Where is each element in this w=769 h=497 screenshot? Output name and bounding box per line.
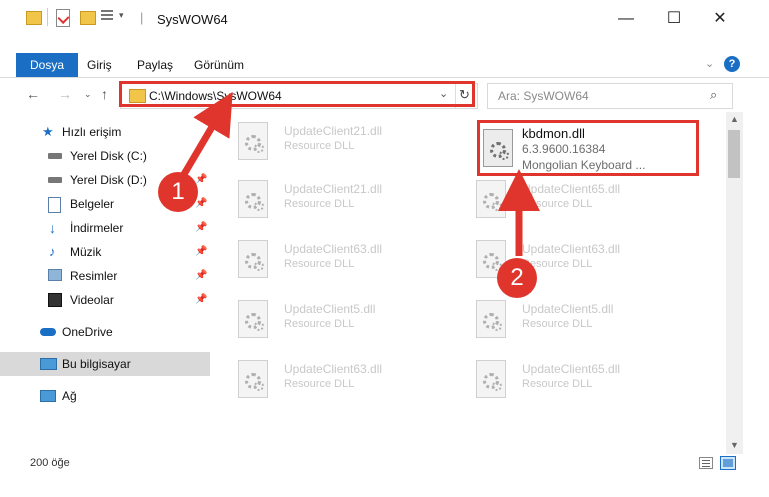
annotation-arrows [179, 91, 540, 256]
step-2-badge: 2 [497, 258, 537, 298]
step-1-badge: 1 [158, 172, 198, 212]
arrow-step1 [179, 91, 233, 178]
